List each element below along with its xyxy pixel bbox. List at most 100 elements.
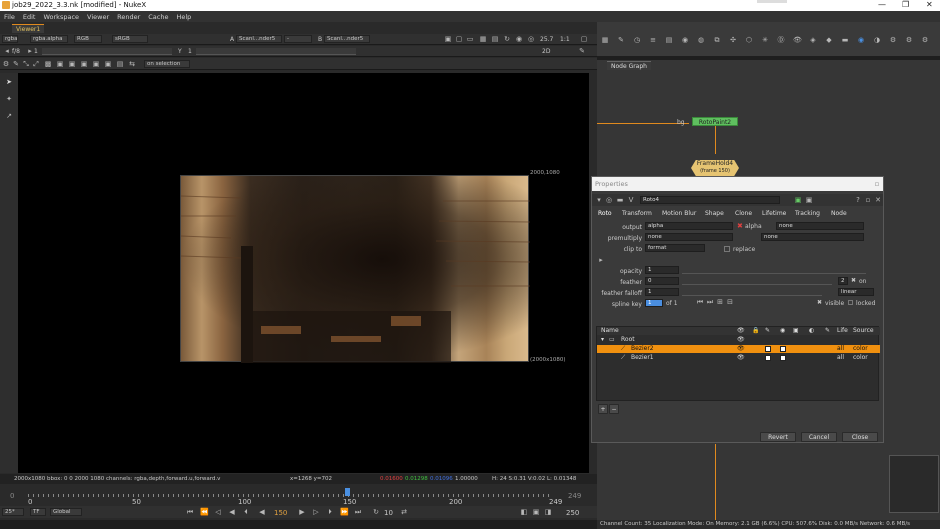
- tools-icon[interactable]: ⚙: [921, 36, 929, 44]
- tf-dropdown[interactable]: TF: [30, 508, 46, 516]
- color-swatch-icon[interactable]: ▣: [794, 196, 802, 204]
- output-dropdown[interactable]: alpha: [645, 222, 733, 230]
- transform-tool-icon[interactable]: ⤡: [22, 60, 30, 68]
- gamma-slider[interactable]: [196, 48, 356, 55]
- tab-roto[interactable]: Roto: [598, 210, 612, 217]
- input-a-dropdown[interactable]: Scanl...nder5: [236, 35, 282, 43]
- col-life[interactable]: Life: [837, 327, 848, 335]
- node-framehold4[interactable]: FrameHold4 (frame 150): [691, 160, 739, 176]
- image-nodes-icon[interactable]: ▦: [601, 36, 609, 44]
- fstop-label[interactable]: f/8: [12, 48, 20, 55]
- deep-nodes-icon[interactable]: Ⓓ: [777, 36, 785, 44]
- node-name-field[interactable]: Roto4: [640, 196, 780, 204]
- feather-falloff-slider[interactable]: [682, 289, 822, 296]
- premultiply-dropdown[interactable]: none: [645, 233, 733, 241]
- spline-key-field[interactable]: 1: [645, 299, 663, 307]
- tab-tracking[interactable]: Tracking: [795, 210, 820, 217]
- col-motion-icon[interactable]: ✎: [825, 327, 830, 335]
- fwd-increment-icon[interactable]: ⏵: [326, 508, 334, 516]
- paint-brush-icon[interactable]: ✎: [578, 47, 586, 55]
- tab-lifetime[interactable]: Lifetime: [762, 210, 786, 217]
- menu-cache[interactable]: Cache: [148, 13, 168, 21]
- view-mode[interactable]: 2D: [542, 48, 550, 55]
- premultiply-extra-dropdown[interactable]: none: [761, 233, 864, 241]
- bezier2-source[interactable]: color: [853, 345, 868, 353]
- keyer-nodes-icon[interactable]: ◍: [697, 36, 705, 44]
- clip-to-dropdown[interactable]: format: [645, 244, 705, 252]
- brush-tool-icon[interactable]: ✎: [12, 60, 20, 68]
- feather-falloff-field[interactable]: 1: [645, 288, 679, 296]
- colorspace-dropdown[interactable]: RGB: [74, 35, 102, 43]
- help-icon[interactable]: ?: [854, 196, 862, 204]
- increment-field[interactable]: 10: [384, 509, 393, 517]
- feather-slider[interactable]: [682, 278, 832, 285]
- root-visible-icon[interactable]: 👁: [737, 336, 745, 344]
- pixel-aspect-icon[interactable]: ▢: [580, 35, 588, 43]
- tab-motion-blur[interactable]: Motion Blur: [662, 210, 696, 217]
- feather-field[interactable]: 0: [645, 277, 679, 285]
- furnace-icon[interactable]: ◉: [857, 36, 865, 44]
- composite-mode-dropdown[interactable]: -: [284, 35, 312, 43]
- close-button[interactable]: Close: [842, 432, 878, 442]
- timeline-out-point[interactable]: 249: [568, 492, 581, 500]
- feather-icon[interactable]: ▩: [44, 60, 52, 68]
- other-nodes-icon[interactable]: ▬: [841, 36, 849, 44]
- col-source[interactable]: Source: [853, 327, 874, 335]
- bezier2-paint-swatch[interactable]: [765, 346, 771, 352]
- color-swatch2-icon[interactable]: ▣: [805, 196, 813, 204]
- tree-row-root[interactable]: ▾ ▭ Root 👁: [597, 336, 880, 344]
- timeline-in-point[interactable]: 0: [10, 492, 14, 500]
- input-b-dropdown[interactable]: Scanl...nder5: [324, 35, 370, 43]
- curves-tree[interactable]: Name 👁 🔒 ✎ ◉ ▣ ◐ ✎ Life Source ▾ ▭ Root …: [596, 326, 880, 401]
- bounce-icon[interactable]: ⇄: [400, 508, 408, 516]
- collapse-icon[interactable]: ▾: [595, 196, 603, 204]
- time-nodes-icon[interactable]: ◷: [633, 36, 641, 44]
- navigator-minimap[interactable]: [889, 455, 939, 513]
- fps-dropdown[interactable]: 25*: [2, 508, 24, 516]
- cache-icon[interactable]: ▤: [491, 35, 499, 43]
- close-window-button[interactable]: ✕: [926, 0, 933, 9]
- bezier1-source[interactable]: color: [853, 354, 868, 362]
- output-alpha-check-icon[interactable]: ✖: [737, 222, 743, 230]
- points-icon[interactable]: ▣: [68, 60, 76, 68]
- global-dropdown[interactable]: Global: [50, 508, 82, 516]
- expand-arrow-icon[interactable]: ▸: [597, 256, 605, 264]
- step-forward-icon[interactable]: ▷: [312, 508, 320, 516]
- select-arrow-icon[interactable]: ➤: [5, 78, 13, 86]
- menu-help[interactable]: Help: [176, 13, 191, 21]
- alpha-channel-dropdown[interactable]: rgba.alpha: [30, 35, 68, 43]
- tab-viewer1[interactable]: Viewer1: [12, 24, 45, 33]
- gamma-field[interactable]: 1: [188, 48, 192, 55]
- channel-nodes-icon[interactable]: ≡: [649, 36, 657, 44]
- grid-icon[interactable]: ▦: [479, 35, 487, 43]
- replace-checkbox[interactable]: [724, 246, 730, 252]
- region-icon[interactable]: ▢: [455, 35, 463, 43]
- back-increment-icon[interactable]: ⏴: [242, 508, 250, 516]
- views-nodes-icon[interactable]: 👁: [793, 36, 802, 44]
- viewer-link-icon[interactable]: V: [627, 196, 635, 204]
- col-overlay-icon[interactable]: ▣: [793, 327, 799, 335]
- node-rotopaint2[interactable]: RotoPaint2: [692, 117, 738, 126]
- menu-file[interactable]: File: [4, 13, 15, 21]
- refresh-icon[interactable]: ↻: [503, 35, 511, 43]
- skip-start-icon[interactable]: ⏮: [186, 508, 194, 516]
- play-back-icon[interactable]: ◀: [228, 508, 236, 516]
- visible-check-icon[interactable]: ✖: [817, 299, 822, 306]
- current-frame-field[interactable]: 150: [274, 509, 287, 517]
- tab-shape[interactable]: Shape: [705, 210, 724, 217]
- merge-nodes-icon[interactable]: ⧉: [713, 36, 721, 44]
- draw-nodes-icon[interactable]: ✎: [617, 36, 625, 44]
- gain-field[interactable]: 1: [34, 48, 38, 55]
- bezier1-visible-icon[interactable]: 👁: [737, 354, 745, 362]
- locked-checkbox[interactable]: [848, 300, 853, 305]
- gain-slider[interactable]: [42, 48, 172, 55]
- input-icon[interactable]: ▬: [616, 196, 624, 204]
- minimize-button[interactable]: —: [878, 0, 886, 9]
- bezier2-life[interactable]: all: [837, 345, 844, 353]
- bezier1-life[interactable]: all: [837, 354, 844, 362]
- next-keyframe-icon[interactable]: ⏩: [340, 508, 349, 516]
- bezier2-color-swatch[interactable]: [780, 346, 786, 352]
- cancel-button[interactable]: Cancel: [801, 432, 837, 442]
- bezier2-visible-icon[interactable]: 👁: [737, 345, 745, 353]
- loop-icon[interactable]: ↻: [372, 508, 380, 516]
